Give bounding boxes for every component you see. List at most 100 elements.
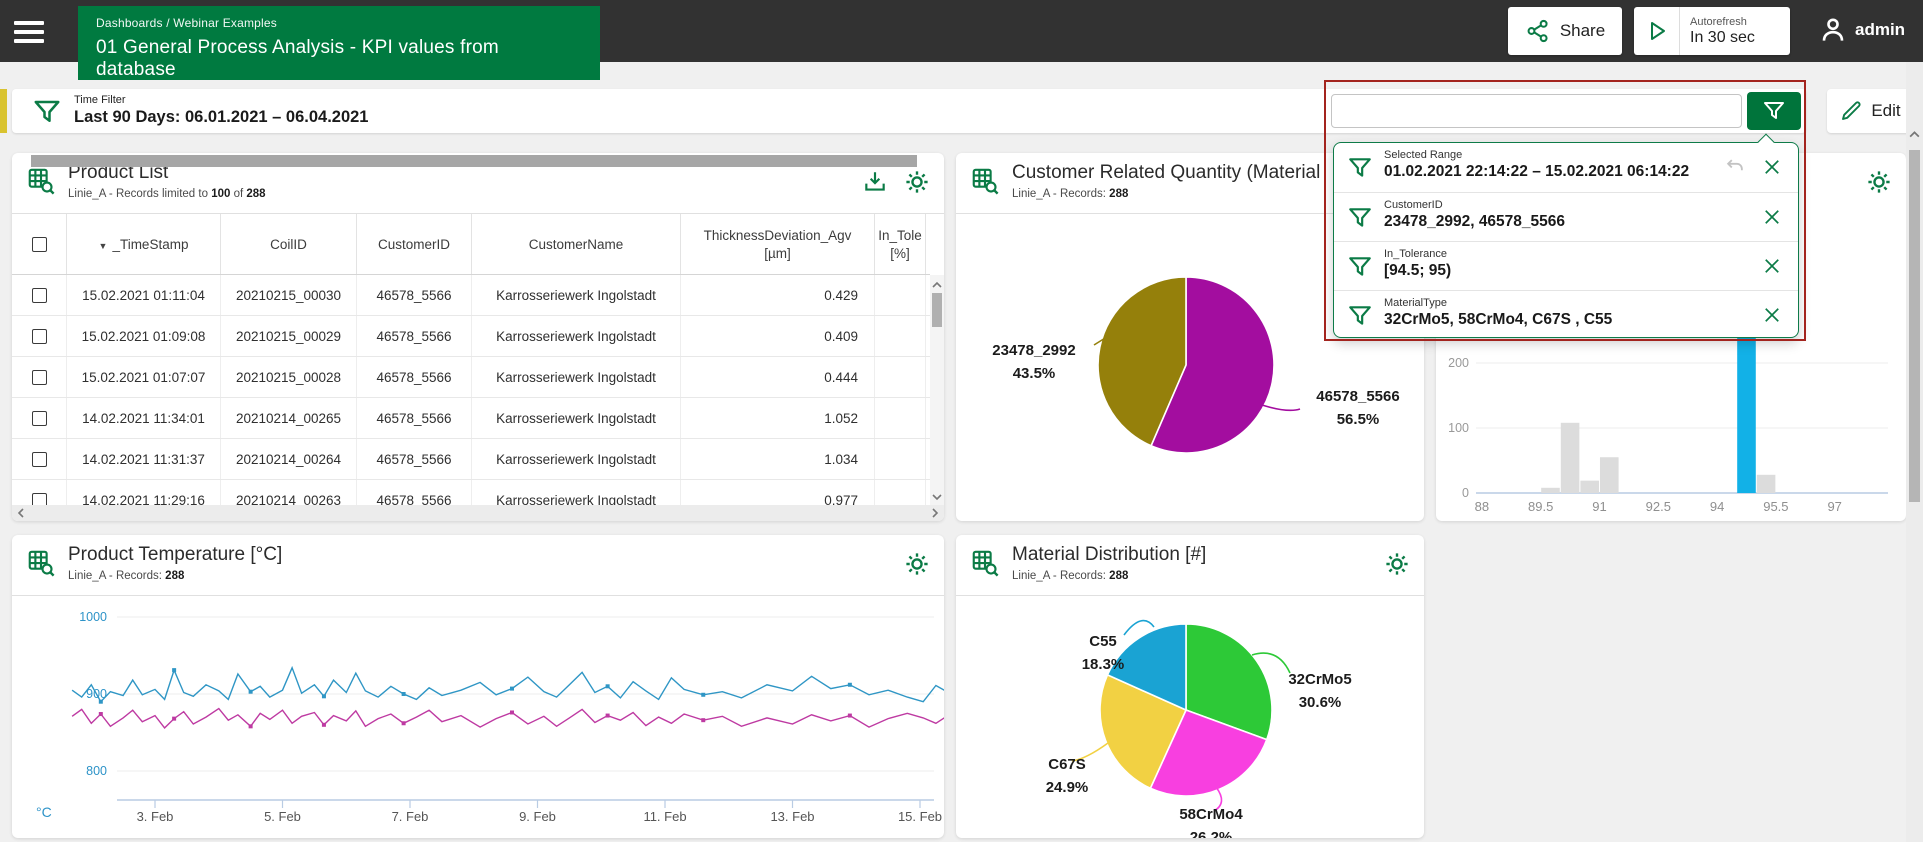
row-checkbox-cell (12, 357, 67, 397)
person-icon (1818, 15, 1848, 45)
column-header-coilid[interactable]: CoilID (221, 214, 357, 274)
cell-thickness_deviation: 0.977 (681, 480, 875, 505)
page-scroll-thumb[interactable] (1909, 150, 1920, 502)
cell-coil_id: 20210215_00028 (221, 357, 357, 397)
filter-chip: Selected Range01.02.2021 22:14:22 – 15.0… (1334, 143, 1798, 192)
temperature-line-chart[interactable]: 10009008003. Feb5. Feb7. Feb9. Feb11. Fe… (12, 535, 944, 838)
row-checkbox-cell (12, 316, 67, 356)
download-icon[interactable] (862, 169, 888, 195)
sort-desc-icon: ▼ (99, 241, 108, 251)
gear-icon[interactable] (904, 169, 930, 195)
edit-button[interactable]: Edit (1827, 89, 1913, 133)
apply-filter-button[interactable] (1747, 92, 1801, 130)
cell-customer_name: Karrosseriewerk Ingolstadt (472, 357, 681, 397)
cell-timestamp: 15.02.2021 01:11:04 (67, 275, 221, 315)
filter-chip: MaterialType32CrMo5, 58CrMo4, C67S , C55 (1334, 290, 1798, 339)
table-header-row: ▼_TimeStampCoilIDCustomerIDCustomerNameT… (12, 214, 930, 275)
share-button[interactable]: Share (1508, 7, 1622, 55)
menu-icon[interactable] (14, 16, 50, 46)
filter-search-input[interactable] (1331, 94, 1742, 128)
product-temperature-panel: Product Temperature [°C] Linie_A - Recor… (12, 535, 944, 838)
cell-customer_id: 46578_5566 (357, 316, 472, 356)
cell-thickness_deviation: 1.034 (681, 439, 875, 479)
svg-text:9. Feb: 9. Feb (519, 809, 556, 824)
funnel-icon (1347, 205, 1373, 231)
share-label: Share (1560, 21, 1605, 41)
svg-text:200: 200 (1448, 356, 1469, 370)
svg-text:15. Feb: 15. Feb (898, 809, 942, 824)
remove-filter-icon[interactable] (1762, 157, 1782, 177)
row-checkbox-cell (12, 480, 67, 505)
user-menu[interactable]: admin (1818, 15, 1905, 45)
edit-label: Edit (1871, 101, 1900, 121)
row-checkbox-cell (12, 439, 67, 479)
remove-filter-icon[interactable] (1762, 305, 1782, 325)
row-checkbox[interactable] (32, 288, 47, 303)
table-row[interactable]: 14.02.2021 11:29:1620210214_0026346578_5… (12, 480, 930, 505)
row-checkbox[interactable] (32, 329, 47, 344)
table-row[interactable]: 15.02.2021 01:11:0420210215_0003046578_5… (12, 275, 930, 316)
cell-thickness_deviation: 0.409 (681, 316, 875, 356)
pie-label-23478_2992: 23478_299243.5% (972, 339, 1096, 386)
column-header-customername[interactable]: CustomerName (472, 214, 681, 274)
filter-chip-value: [94.5; 95) (1384, 262, 1792, 280)
share-icon (1525, 18, 1551, 44)
product-list-panel: Product List Linie_A - Records limited t… (12, 153, 944, 521)
funnel-icon (1347, 155, 1373, 181)
undo-icon[interactable] (1724, 156, 1746, 178)
row-checkbox[interactable] (32, 493, 47, 506)
filter-chip-value: 32CrMo5, 58CrMo4, C67S , C55 (1384, 311, 1792, 329)
histogram-bar[interactable] (1757, 475, 1776, 493)
svg-text:94: 94 (1710, 499, 1724, 514)
table-hscroll-thumb[interactable] (31, 155, 917, 167)
scroll-down-icon[interactable] (931, 491, 943, 503)
column-header-thicknessdeviation_agv[interactable]: ThicknessDeviation_Agv[µm] (681, 214, 875, 274)
cell-customer_id: 46578_5566 (357, 439, 472, 479)
row-checkbox[interactable] (32, 452, 47, 467)
breadcrumb[interactable]: Dashboards / Webinar Examples (96, 16, 582, 30)
remove-filter-icon[interactable] (1762, 256, 1782, 276)
edge-accent (0, 89, 7, 133)
funnel-icon (1347, 254, 1373, 280)
table-row[interactable]: 14.02.2021 11:31:3720210214_0026446578_5… (12, 439, 930, 480)
cell-in_tolerance (875, 398, 926, 438)
select-all-checkbox[interactable] (32, 237, 47, 252)
histogram-bar[interactable] (1561, 423, 1580, 493)
cell-in_tolerance (875, 275, 926, 315)
cell-customer_name: Karrosseriewerk Ingolstadt (472, 275, 681, 315)
cell-coil_id: 20210215_00030 (221, 275, 357, 315)
table-vscroll-thumb[interactable] (932, 293, 942, 327)
histogram-bar[interactable] (1541, 488, 1560, 493)
time-filter-label: Time Filter (74, 94, 126, 106)
column-header-customerid[interactable]: CustomerID (357, 214, 472, 274)
column-header-timestamp[interactable]: ▼_TimeStamp (67, 214, 221, 274)
histogram-bar[interactable] (1737, 324, 1756, 493)
pencil-icon (1839, 99, 1863, 123)
table-row[interactable]: 15.02.2021 01:07:0720210215_0002846578_5… (12, 357, 930, 398)
row-checkbox-cell (12, 398, 67, 438)
play-icon[interactable] (1634, 7, 1680, 55)
scroll-left-icon[interactable] (15, 507, 27, 519)
table-row[interactable]: 14.02.2021 11:34:0120210214_0026546578_5… (12, 398, 930, 439)
svg-text:91: 91 (1592, 499, 1606, 514)
column-header-in_tole[interactable]: In_Tole[%] (875, 214, 926, 274)
cell-in_tolerance (875, 316, 926, 356)
row-checkbox[interactable] (32, 370, 47, 385)
row-checkbox[interactable] (32, 411, 47, 426)
row-checkbox-cell (12, 275, 67, 315)
histogram-bar[interactable] (1580, 481, 1599, 493)
table-horizontal-scrollbar[interactable] (12, 505, 944, 521)
page-scroll-up-icon[interactable] (1908, 128, 1921, 141)
remove-filter-icon[interactable] (1762, 207, 1782, 227)
cell-customer_id: 46578_5566 (357, 398, 472, 438)
scroll-right-icon[interactable] (929, 507, 941, 519)
select-all-checkbox-cell (12, 214, 67, 274)
pie-label-46578_5566: 46578_556656.5% (1296, 385, 1420, 432)
unit-label: °C (36, 804, 52, 820)
scroll-up-icon[interactable] (931, 279, 943, 291)
cell-coil_id: 20210214_00263 (221, 480, 357, 505)
table-row[interactable]: 15.02.2021 01:09:0820210215_0002946578_5… (12, 316, 930, 357)
autorefresh-button[interactable]: Autorefresh In 30 sec (1634, 7, 1790, 55)
table-body: 15.02.2021 01:11:0420210215_0003046578_5… (12, 275, 930, 505)
histogram-bar[interactable] (1600, 457, 1619, 493)
